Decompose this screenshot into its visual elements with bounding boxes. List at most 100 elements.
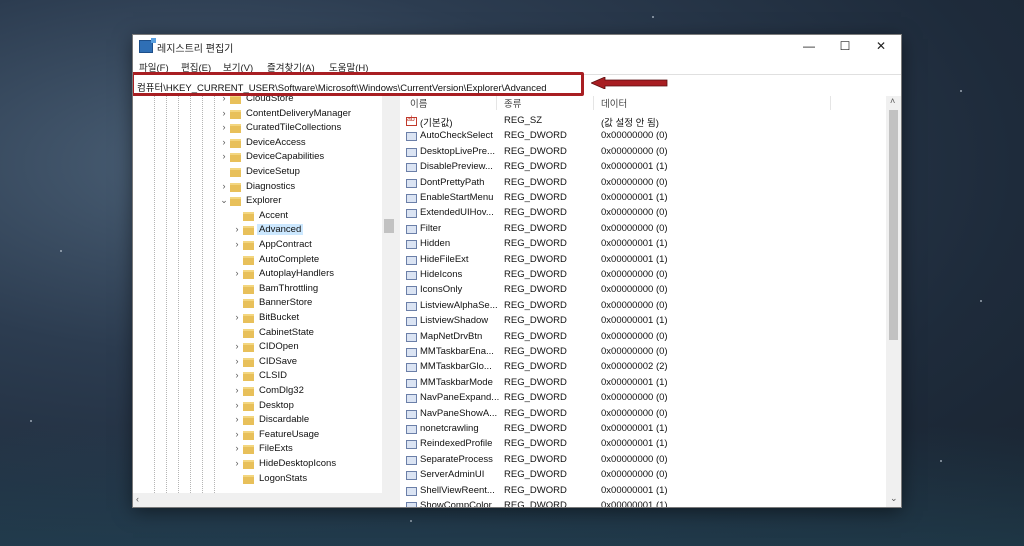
value-name: ListviewShadow bbox=[420, 315, 489, 327]
tree-node-label[interactable]: ContentDeliveryManager bbox=[244, 108, 353, 119]
tree-node-label[interactable]: BitBucket bbox=[257, 312, 301, 323]
tree-node-label[interactable]: Diagnostics bbox=[244, 181, 297, 192]
scroll-up-icon[interactable]: ˄ bbox=[890, 96, 895, 106]
chevron-right-icon[interactable]: › bbox=[232, 312, 242, 322]
chevron-right-icon[interactable]: › bbox=[232, 443, 242, 453]
table-row[interactable]: MMTaskbarMode REG_DWORD 0x00000001 (1) bbox=[400, 376, 886, 391]
table-row[interactable]: MMTaskbarGlo... REG_DWORD 0x00000002 (2) bbox=[400, 360, 886, 375]
tree-vertical-scrollbar[interactable]: ⌄ bbox=[382, 96, 396, 493]
chevron-right-icon[interactable]: › bbox=[219, 151, 229, 161]
registry-key-tree[interactable]: › CloudStore › ContentDeliveryManager › Curat… bbox=[133, 96, 396, 493]
close-button[interactable]: ✕ bbox=[863, 35, 899, 57]
address-path[interactable]: 컴퓨터\HKEY_CURRENT_USER\Software\Microsoft… bbox=[137, 80, 547, 94]
table-row[interactable]: MapNetDrvBtn REG_DWORD 0x00000000 (0) bbox=[400, 330, 886, 345]
value-name: ShowCompColor bbox=[420, 500, 492, 507]
folder-icon bbox=[243, 416, 254, 426]
tree-node-label[interactable]: CabinetState bbox=[257, 327, 316, 338]
tree-node-label[interactable]: Advanced bbox=[257, 224, 304, 236]
list-vertical-scrollbar[interactable]: ˄ ⌄ bbox=[886, 96, 901, 507]
column-header-type[interactable]: 종류 bbox=[504, 96, 521, 110]
tree-node-label[interactable]: LogonStats bbox=[257, 473, 309, 484]
column-header-name[interactable]: 이름 bbox=[410, 96, 427, 110]
chevron-right-icon[interactable]: › bbox=[219, 137, 229, 147]
tree-node-label[interactable]: CLSID bbox=[257, 370, 289, 381]
chevron-right-icon[interactable]: › bbox=[232, 385, 242, 395]
table-row[interactable]: ExtendedUIHov... REG_DWORD 0x00000000 (0) bbox=[400, 206, 886, 221]
tree-node-label[interactable]: FeatureUsage bbox=[257, 429, 321, 440]
tree-node-label[interactable]: CIDSave bbox=[257, 356, 299, 367]
table-row[interactable]: ShowCompColor REG_DWORD 0x00000001 (1) bbox=[400, 499, 886, 507]
chevron-right-icon[interactable]: › bbox=[232, 458, 242, 468]
chevron-right-icon[interactable]: › bbox=[232, 268, 242, 278]
tree-node-label[interactable]: CloudStore bbox=[244, 96, 296, 104]
table-row[interactable]: ListviewShadow REG_DWORD 0x00000001 (1) bbox=[400, 314, 886, 329]
minimize-button[interactable]: — bbox=[791, 35, 827, 57]
list-scroll-thumb[interactable] bbox=[889, 110, 898, 340]
column-header-data[interactable]: 데이터 bbox=[601, 96, 627, 110]
table-row[interactable]: (기본값) REG_SZ (값 설정 안 됨) bbox=[400, 114, 886, 129]
table-row[interactable]: NavPaneShowA... REG_DWORD 0x00000000 (0) bbox=[400, 407, 886, 422]
chevron-right-icon[interactable]: › bbox=[219, 181, 229, 191]
tree-node-label[interactable]: BannerStore bbox=[257, 297, 314, 308]
chevron-right-icon[interactable]: › bbox=[219, 122, 229, 132]
tree-node-label[interactable]: CuratedTileCollections bbox=[244, 122, 343, 133]
table-row[interactable]: ServerAdminUI REG_DWORD 0x00000000 (0) bbox=[400, 468, 886, 483]
chevron-down-icon[interactable]: ⌄ bbox=[219, 195, 229, 206]
tree-node-label[interactable]: AppContract bbox=[257, 239, 314, 250]
table-row[interactable]: HideIcons REG_DWORD 0x00000000 (0) bbox=[400, 268, 886, 283]
chevron-right-icon[interactable]: › bbox=[232, 341, 242, 351]
table-row[interactable]: Hidden REG_DWORD 0x00000001 (1) bbox=[400, 237, 886, 252]
column-separator[interactable] bbox=[593, 96, 594, 110]
maximize-button[interactable]: ☐ bbox=[827, 35, 863, 57]
tree-node-label[interactable]: Discardable bbox=[257, 414, 311, 425]
chevron-right-icon[interactable]: › bbox=[232, 414, 242, 424]
table-row[interactable]: DontPrettyPath REG_DWORD 0x00000000 (0) bbox=[400, 176, 886, 191]
chevron-right-icon[interactable]: › bbox=[232, 239, 242, 249]
tree-node-label[interactable]: BamThrottling bbox=[257, 283, 320, 294]
table-row[interactable]: HideFileExt REG_DWORD 0x00000001 (1) bbox=[400, 253, 886, 268]
table-row[interactable]: ShellViewReent... REG_DWORD 0x00000001 (1) bbox=[400, 484, 886, 499]
chevron-right-icon[interactable]: › bbox=[232, 370, 242, 380]
chevron-right-icon[interactable]: › bbox=[232, 429, 242, 439]
tree-node-label[interactable]: Accent bbox=[257, 210, 290, 221]
tree-scroll-thumb[interactable] bbox=[384, 219, 394, 233]
registry-values-list[interactable]: 이름 종류 데이터 (기본값)REG_SZ(값 설정 안 됨)AutoCheck… bbox=[400, 96, 886, 507]
chevron-right-icon[interactable]: › bbox=[219, 108, 229, 118]
value-name: ListviewAlphaSe... bbox=[420, 299, 498, 311]
value-name: SeparateProcess bbox=[420, 453, 493, 465]
table-row[interactable]: EnableStartMenu REG_DWORD 0x00000001 (1) bbox=[400, 191, 886, 206]
string-value-icon bbox=[406, 116, 417, 126]
table-row[interactable]: nonetcrawling REG_DWORD 0x00000001 (1) bbox=[400, 422, 886, 437]
tree-node-label[interactable]: Desktop bbox=[257, 400, 296, 411]
address-bar[interactable]: 컴퓨터\HKEY_CURRENT_USER\Software\Microsoft… bbox=[133, 72, 901, 98]
column-separator[interactable] bbox=[830, 96, 831, 110]
table-row[interactable]: Filter REG_DWORD 0x00000000 (0) bbox=[400, 222, 886, 237]
chevron-right-icon[interactable]: › bbox=[232, 356, 242, 366]
tree-node-label[interactable]: AutoplayHandlers bbox=[257, 268, 336, 279]
scroll-left-icon[interactable]: ‹ bbox=[136, 494, 139, 504]
scroll-down-icon[interactable]: ⌄ bbox=[890, 493, 898, 504]
table-row[interactable]: NavPaneExpand... REG_DWORD 0x00000000 (0) bbox=[400, 391, 886, 406]
chevron-right-icon[interactable]: › bbox=[219, 96, 229, 103]
table-row[interactable]: DesktopLivePre... REG_DWORD 0x00000000 (0) bbox=[400, 145, 886, 160]
tree-node-label[interactable]: DeviceAccess bbox=[244, 137, 308, 148]
table-row[interactable]: IconsOnly REG_DWORD 0x00000000 (0) bbox=[400, 283, 886, 298]
chevron-right-icon[interactable]: › bbox=[232, 224, 242, 234]
table-row[interactable]: DisablePreview... REG_DWORD 0x00000001 (1) bbox=[400, 160, 886, 175]
table-row[interactable]: MMTaskbarEna... REG_DWORD 0x00000000 (0) bbox=[400, 345, 886, 360]
tree-node-label[interactable]: AutoComplete bbox=[257, 254, 321, 265]
tree-node-label[interactable]: DeviceCapabilities bbox=[244, 151, 326, 162]
tree-node-label[interactable]: HideDesktopIcons bbox=[257, 458, 338, 469]
tree-node-label[interactable]: FileExts bbox=[257, 443, 295, 454]
tree-node-label[interactable]: Explorer bbox=[244, 195, 283, 206]
table-row[interactable]: AutoCheckSelect REG_DWORD 0x00000000 (0) bbox=[400, 129, 886, 144]
table-row[interactable]: ListviewAlphaSe... REG_DWORD 0x00000000 (0… bbox=[400, 299, 886, 314]
column-separator[interactable] bbox=[496, 96, 497, 110]
chevron-right-icon[interactable]: › bbox=[232, 400, 242, 410]
tree-node-label[interactable]: ComDlg32 bbox=[257, 385, 306, 396]
tree-horizontal-scrollbar[interactable]: ‹ bbox=[133, 493, 396, 507]
table-row[interactable]: SeparateProcess REG_DWORD 0x00000000 (0) bbox=[400, 453, 886, 468]
tree-node-label[interactable]: DeviceSetup bbox=[244, 166, 302, 177]
tree-node-label[interactable]: CIDOpen bbox=[257, 341, 301, 352]
table-row[interactable]: ReindexedProfile REG_DWORD 0x00000001 (1) bbox=[400, 437, 886, 452]
